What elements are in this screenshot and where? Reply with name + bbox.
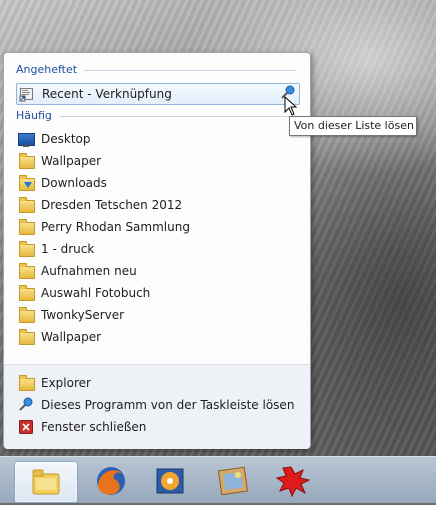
folder-icon <box>18 307 35 323</box>
list-item-perry-rhodan[interactable]: Perry Rhodan Sammlung <box>16 217 296 237</box>
list-item-label: Auswahl Fotobuch <box>41 286 151 300</box>
jump-list-menu: Angeheftet Recent - Verknüpfung Häufig D… <box>3 52 311 449</box>
task-label: Dieses Programm von der Taskleiste lösen <box>41 398 295 412</box>
taskbar-photo-viewer-button[interactable] <box>202 461 264 501</box>
frequent-section-header: Häufig <box>16 109 52 122</box>
task-close-window[interactable]: Fenster schließen <box>16 417 296 437</box>
list-item-label: Perry Rhodan Sammlung <box>41 220 190 234</box>
media-player-icon <box>156 468 184 494</box>
list-item-label: Desktop <box>41 132 91 146</box>
section-divider <box>84 70 296 71</box>
taskbar-explorer-button[interactable] <box>14 461 78 503</box>
desktop-icon <box>18 131 35 147</box>
pin-icon <box>18 397 34 413</box>
folder-icon <box>18 153 35 169</box>
list-item-fotobuch[interactable]: Auswahl Fotobuch <box>16 283 296 303</box>
list-item-label: Wallpaper <box>41 330 102 344</box>
taskbar <box>0 456 436 503</box>
list-item-desktop[interactable]: Desktop <box>16 129 296 149</box>
list-item-dresden[interactable]: Dresden Tetschen 2012 <box>16 195 296 215</box>
downloads-folder-icon <box>18 175 35 191</box>
folder-icon <box>18 263 35 279</box>
pinned-section-header: Angeheftet <box>16 63 78 76</box>
list-item-label: 1 - druck <box>41 242 95 256</box>
red-splat-icon <box>275 466 311 498</box>
list-item-downloads[interactable]: Downloads <box>16 173 296 193</box>
unpin-tooltip: Von dieser Liste lösen <box>289 116 417 136</box>
list-item-aufnahmen[interactable]: Aufnahmen neu <box>16 261 296 281</box>
pinned-item-recent[interactable]: Recent - Verknüpfung <box>16 83 300 105</box>
folder-icon <box>18 285 35 301</box>
mouse-cursor-icon <box>284 96 298 116</box>
list-item-label: Wallpaper <box>41 154 102 168</box>
folder-icon <box>18 197 35 213</box>
list-item-label: Dresden Tetschen 2012 <box>41 198 183 212</box>
task-label: Fenster schließen <box>41 420 147 434</box>
task-label: Explorer <box>41 376 91 390</box>
taskbar-firefox-button[interactable] <box>80 461 142 501</box>
list-item-label: Aufnahmen neu <box>41 264 137 278</box>
task-explorer[interactable]: Explorer <box>16 373 296 393</box>
explorer-icon <box>18 375 35 391</box>
photo-viewer-icon <box>217 466 249 496</box>
folder-icon <box>18 329 35 345</box>
section-divider <box>60 116 296 117</box>
shortcut-icon <box>19 86 35 102</box>
task-unpin-program[interactable]: Dieses Programm von der Taskleiste lösen <box>16 395 296 415</box>
list-item-wallpaper[interactable]: Wallpaper <box>16 151 296 171</box>
firefox-icon <box>97 467 125 495</box>
taskbar-media-player-button[interactable] <box>141 461 203 501</box>
close-icon <box>18 419 34 435</box>
list-item-druck[interactable]: 1 - druck <box>16 239 296 259</box>
list-item-label: Downloads <box>41 176 107 190</box>
pinned-item-label: Recent - Verknüpfung <box>42 87 172 101</box>
list-item-label: TwonkyServer <box>41 308 125 322</box>
folder-icon <box>18 241 35 257</box>
folder-icon <box>18 219 35 235</box>
taskbar-red-splat-app-button[interactable] <box>263 461 325 501</box>
explorer-icon <box>32 469 60 495</box>
list-item-twonkyserver[interactable]: TwonkyServer <box>16 305 296 325</box>
list-item-wallpaper-2[interactable]: Wallpaper <box>16 327 296 347</box>
